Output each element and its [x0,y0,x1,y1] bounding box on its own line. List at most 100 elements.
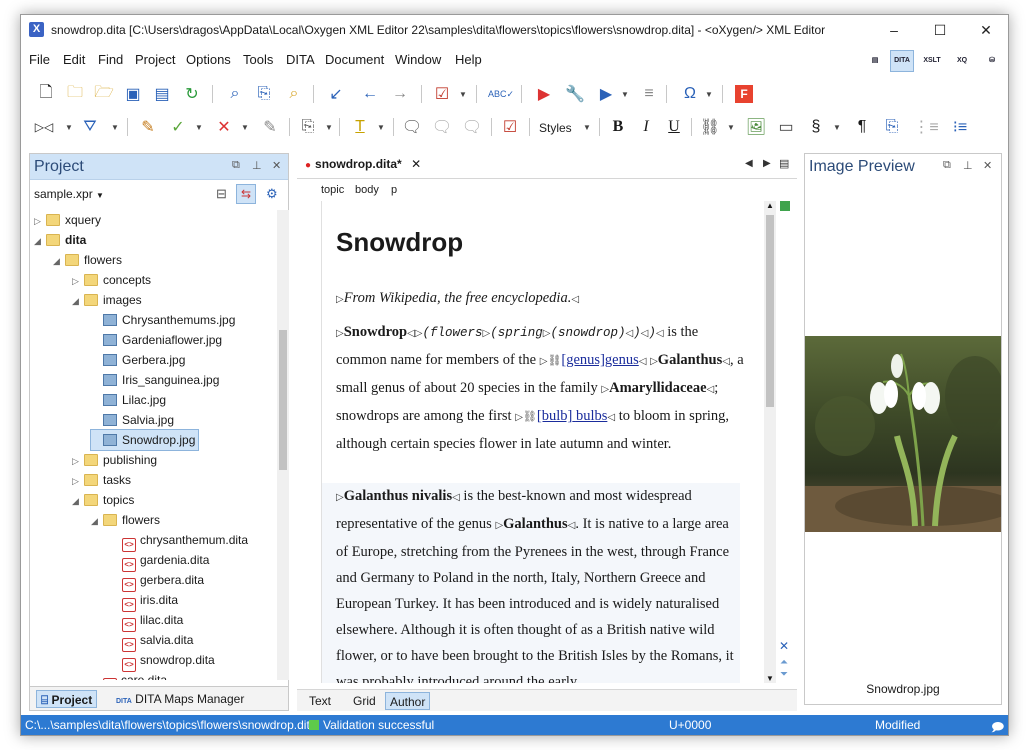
accept-change-icon[interactable]: ✓ [167,115,189,139]
apply-transformation-icon[interactable]: ▶ [533,82,555,106]
messages-icon[interactable]: 🗩 [991,718,1004,735]
tree-item[interactable]: ◢ flowers [53,250,122,270]
collapsed-arrow-icon[interactable]: ▷ [34,211,46,231]
tree-item[interactable]: ◢ images [72,290,142,310]
reject-change-icon[interactable]: ✕ [213,115,235,139]
dita-perspective-button[interactable]: DITA [890,50,914,72]
collapsed-arrow-icon[interactable]: ▷ [72,271,84,291]
insert-image-icon[interactable]: 🖼 [745,115,767,139]
tree-item[interactable]: Salvia.jpg [91,410,174,430]
tree-item[interactable]: <> snowdrop.dita [110,650,215,672]
tree-item[interactable]: Lilac.jpg [91,390,166,410]
spell-check-icon[interactable]: ABC✓ [488,82,514,106]
collapsed-arrow-icon[interactable]: ▷ [72,471,84,491]
filter-icon[interactable]: ⛛ [79,115,101,139]
menu-file[interactable]: File [29,52,50,67]
author-document[interactable]: Snowdrop ▷From Wikipedia, the free encyc… [321,201,769,683]
remove-comment-icon[interactable]: 🗨 [461,115,483,139]
italic-icon[interactable]: I [635,115,657,139]
bulb-link[interactable]: [bulb] bulbs [537,408,607,424]
scroll-down-icon[interactable]: ▼ [766,674,774,683]
validate-dropdown-icon[interactable]: ▼ [459,90,467,99]
save-all-icon[interactable]: ▤ [151,82,173,106]
pin-icon[interactable]: ⊥ [252,159,262,172]
tags-dropdown-icon[interactable]: ▼ [65,123,73,132]
tree-item[interactable]: <> iris.dita [110,590,178,612]
insert-paragraph-icon[interactable]: ¶ [851,115,873,139]
tab-snowdrop-dita[interactable]: ● snowdrop.dita* ✕ [305,157,421,171]
tree-item[interactable]: <> gardenia.dita [110,550,209,572]
expanded-arrow-icon[interactable]: ◢ [91,511,103,531]
link-dropdown-icon[interactable]: ▼ [727,123,735,132]
open-folder-icon[interactable]: 🗀 [64,82,86,106]
tree-item[interactable]: ◢ dita [34,230,86,250]
tab-dita-maps-manager[interactable]: DITA DITA Maps Manager [112,690,248,708]
styles-menu-label[interactable]: Styles [539,121,572,135]
insert-character-icon[interactable]: Ω [679,82,701,106]
menu-document[interactable]: Document [325,52,384,67]
restore-icon[interactable]: ⧉ [943,159,951,172]
highlight-dropdown-icon[interactable]: ▼ [377,123,385,132]
find-in-files-icon[interactable]: ⎘ [253,82,275,106]
comment-change-icon[interactable]: ✎ [259,115,281,139]
styles-dropdown-icon[interactable]: ▼ [583,123,591,132]
format-indent-icon[interactable]: ≡ [638,82,660,106]
xslt-perspective-button[interactable]: XSLT [920,50,944,72]
tree-item[interactable]: <> salvia.dita [110,630,193,652]
close-panel-icon[interactable]: ✕ [983,159,992,172]
character-dropdown-icon[interactable]: ▼ [705,90,713,99]
add-comment-icon[interactable]: 🗨 [401,115,423,139]
expanded-arrow-icon[interactable]: ◢ [72,491,84,511]
validate-icon[interactable]: ☑ [431,82,453,106]
scroll-tabs-right-icon[interactable]: ▶ [763,158,771,169]
bold-icon[interactable]: B [607,115,629,139]
menu-window[interactable]: Window [395,52,441,67]
pin-icon[interactable]: ⊥ [963,159,973,172]
section-dropdown-icon[interactable]: ▼ [833,123,841,132]
next-highlight-icon[interactable]: ⏷ [780,669,788,680]
ordered-list-icon[interactable]: ⋮≡ [913,115,938,139]
collapse-all-icon[interactable]: ⊟ [216,186,227,202]
menu-options[interactable]: Options [186,52,231,67]
tab-project[interactable]: ⌸ Project [36,690,98,708]
back-icon[interactable]: ← [359,82,381,106]
breadcrumb-topic[interactable]: topic [321,184,344,196]
find-folder-icon[interactable]: ⌕ [283,82,305,106]
new-file-icon[interactable]: 🗋 [35,82,57,106]
reject-dropdown-icon[interactable]: ▼ [241,123,249,132]
menu-project[interactable]: Project [135,52,175,67]
mode-text-tab[interactable]: Text [305,692,335,710]
manage-dropdown-icon[interactable]: ▼ [325,123,333,132]
tree-item[interactable]: ◢ topics [72,490,134,510]
tree-item[interactable]: Snowdrop.jpg [89,429,200,451]
breadcrumb-body[interactable]: body [355,184,379,196]
debug-transformation-icon[interactable]: ▶ [595,82,617,106]
tab-list-icon[interactable]: ▤ [779,157,789,170]
tree-item[interactable]: Chrysanthemums.jpg [91,310,235,330]
close-window-button[interactable]: ✕ [963,15,1008,45]
menu-find[interactable]: Find [98,52,123,67]
tree-item[interactable]: Gardeniaflower.jpg [91,330,222,350]
clear-highlights-icon[interactable]: ✕ [779,639,789,653]
tree-item[interactable]: <> gerbera.dita [110,570,204,592]
menu-tools[interactable]: Tools [243,52,273,67]
find-icon[interactable]: ⌕ [224,82,246,106]
reload-icon[interactable]: ↻ [181,82,203,106]
configure-transformation-icon[interactable]: 🔧 [564,82,586,106]
expanded-arrow-icon[interactable]: ◢ [53,251,65,271]
breadcrumb-p[interactable]: p [391,184,397,196]
save-icon[interactable]: ▣ [122,82,144,106]
show-tags-icon[interactable]: ▷◁ [33,115,55,139]
insert-media-icon[interactable]: ▭ [775,115,797,139]
project-tree-scrollbar[interactable] [277,210,289,680]
minimize-button[interactable]: – [871,15,917,45]
editor-scrollbar[interactable]: ▲ ▼ [764,201,776,683]
scroll-tabs-left-icon[interactable]: ◀ [745,158,753,169]
unordered-list-icon[interactable]: ⁝≡ [949,115,971,139]
filter-dropdown-icon[interactable]: ▼ [111,123,119,132]
manage-changes-icon[interactable]: ⎘ [297,115,319,139]
menu-dita[interactable]: DITA [286,52,315,67]
menu-help[interactable]: Help [455,52,482,67]
xquery-perspective-button[interactable]: XQ [950,50,974,72]
link-with-editor-icon[interactable]: ⇆ [236,184,256,204]
